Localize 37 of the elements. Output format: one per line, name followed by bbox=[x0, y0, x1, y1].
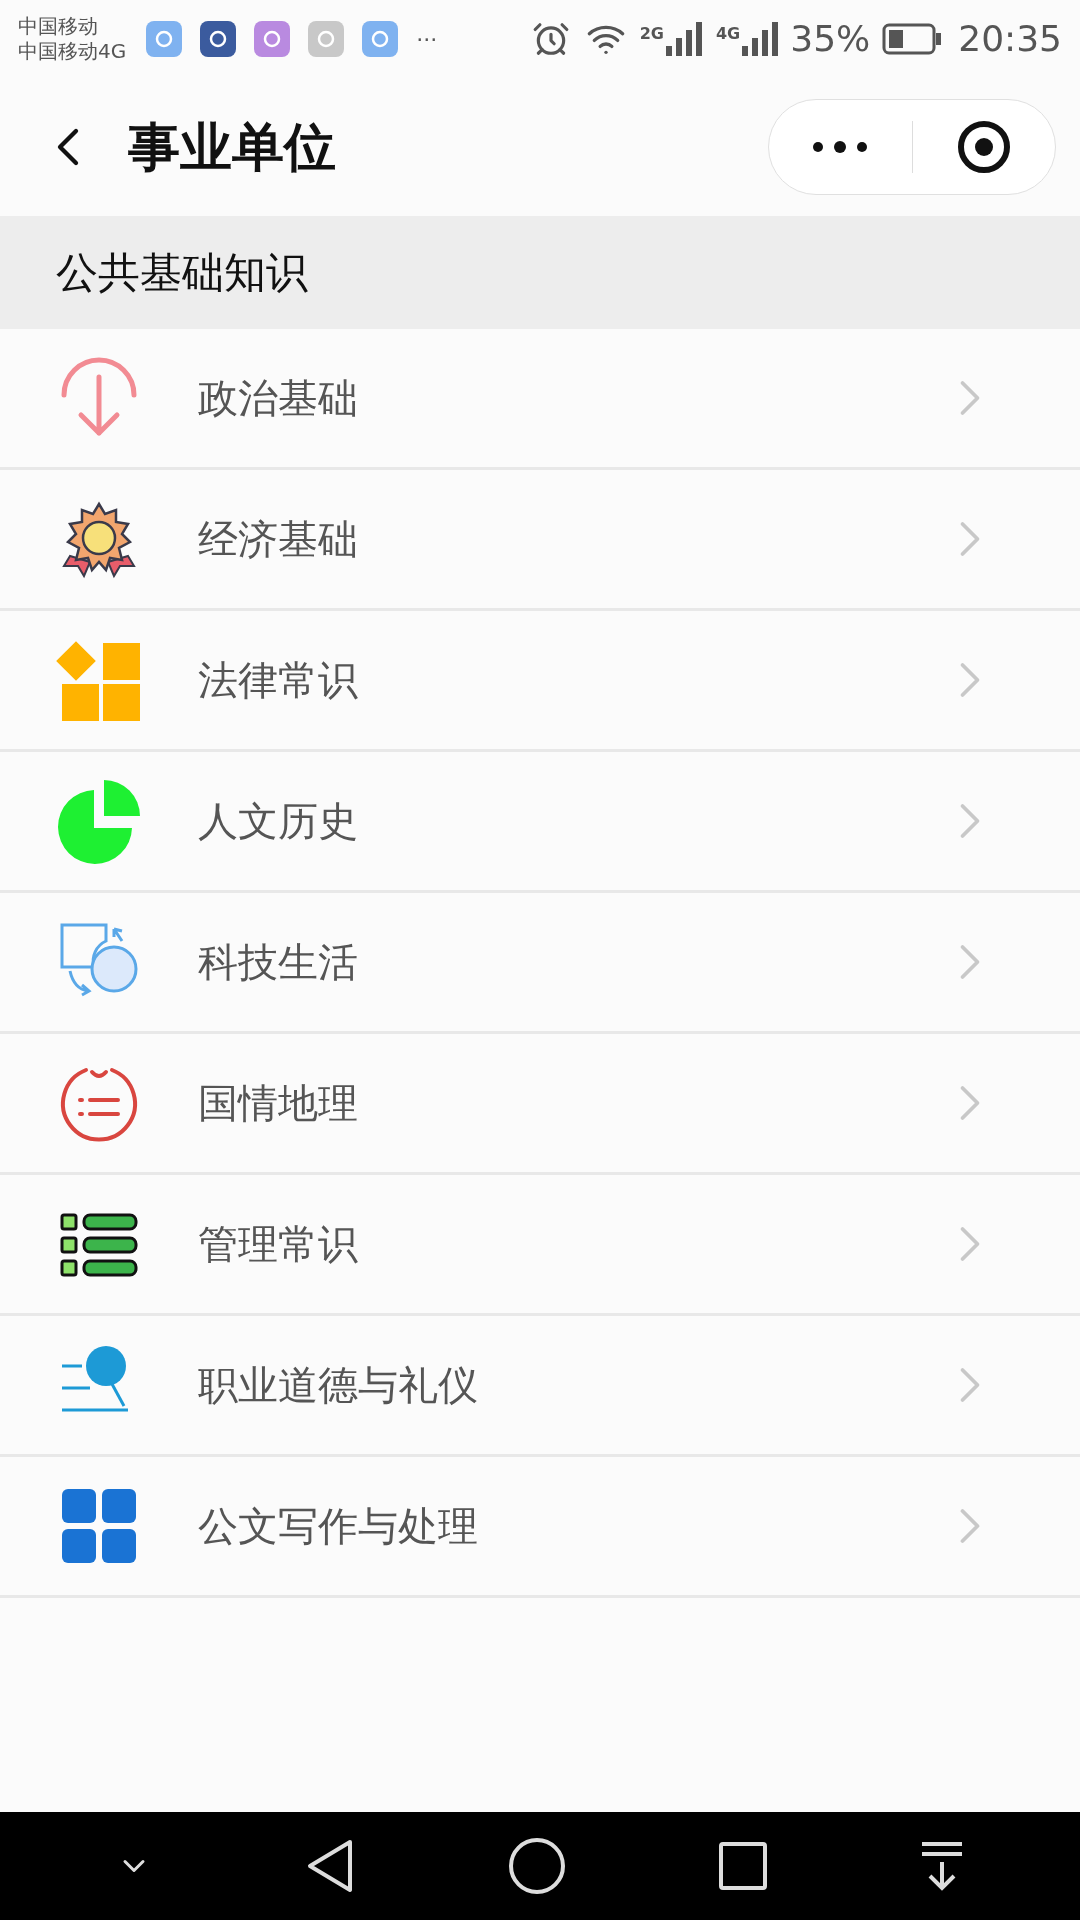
signal-icon bbox=[665, 22, 702, 56]
battery-icon bbox=[882, 23, 943, 55]
signal-icon bbox=[742, 22, 779, 56]
more-icon bbox=[812, 141, 869, 153]
section-title: 公共基础知识 bbox=[56, 247, 308, 299]
item-label: 科技生活 bbox=[198, 938, 358, 987]
item-label: 人文历史 bbox=[198, 797, 358, 846]
pie-chart-icon bbox=[56, 778, 142, 864]
carrier-name: 中国移动 bbox=[18, 14, 99, 39]
list-item[interactable]: 国情地理 bbox=[0, 1034, 1080, 1175]
list-item[interactable]: 人文历史 bbox=[0, 752, 1080, 893]
list-item[interactable]: 管理常识 bbox=[0, 1175, 1080, 1316]
item-label: 职业道德与礼仪 bbox=[198, 1361, 478, 1410]
item-label: 公文写作与处理 bbox=[198, 1502, 478, 1551]
list-item[interactable]: 法律常识 bbox=[0, 611, 1080, 752]
alarm-icon bbox=[531, 20, 570, 58]
list-item[interactable]: 经济基础 bbox=[0, 470, 1080, 611]
list-item[interactable]: 科技生活 bbox=[0, 893, 1080, 1034]
item-label: 经济基础 bbox=[198, 515, 358, 564]
list-item[interactable]: 职业道德与礼仪 bbox=[0, 1316, 1080, 1457]
item-label: 政治基础 bbox=[198, 374, 358, 423]
recents-nav-button[interactable] bbox=[718, 1841, 768, 1891]
clock-time: 20:35 bbox=[958, 17, 1062, 61]
item-label: 法律常识 bbox=[198, 656, 358, 705]
page-title: 事业单位 bbox=[128, 116, 336, 179]
target-icon bbox=[956, 120, 1011, 174]
home-nav-button[interactable] bbox=[508, 1837, 566, 1895]
battery-percent: 35% bbox=[790, 17, 871, 61]
more-notifications: ··· bbox=[416, 25, 438, 54]
network-type: 2G bbox=[639, 23, 664, 45]
notifications-nav-button[interactable] bbox=[920, 1840, 964, 1892]
list-item[interactable]: 政治基础 bbox=[0, 329, 1080, 470]
item-label: 国情地理 bbox=[198, 1079, 358, 1128]
list-item[interactable]: 公文写作与处理 bbox=[0, 1457, 1080, 1598]
network-type: 4G bbox=[715, 23, 741, 45]
carrier-name: 中国移动4G bbox=[18, 39, 127, 64]
item-label: 管理常识 bbox=[198, 1220, 358, 1269]
